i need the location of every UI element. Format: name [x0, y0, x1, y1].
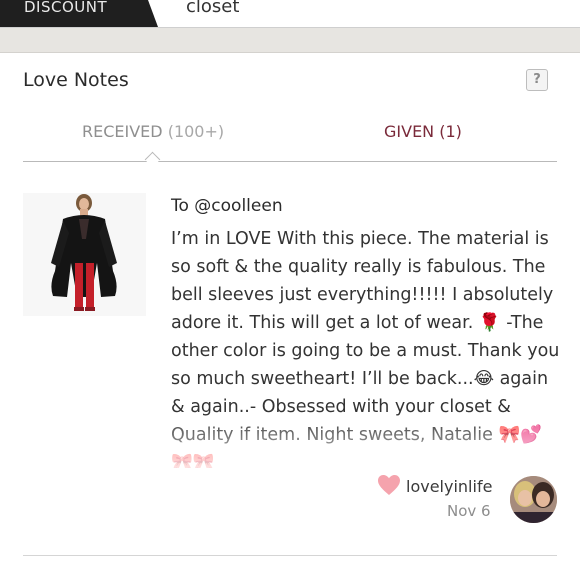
note-divider [23, 555, 557, 556]
page-title: Love Notes [23, 69, 129, 91]
top-bar: DISCOUNT closet [0, 0, 580, 28]
note-fade-overlay [171, 415, 571, 470]
product-image [23, 193, 146, 316]
sender-username[interactable]: lovelyinlife [406, 477, 492, 496]
tab-divider [23, 161, 557, 162]
header-band [0, 28, 580, 53]
closet-tab[interactable]: closet [186, 0, 239, 17]
note-date: Nov 6 [447, 502, 491, 520]
active-tab-caret [144, 151, 161, 168]
question-icon[interactable]: ? [526, 69, 548, 91]
heart-icon[interactable] [377, 474, 401, 500]
note-recipient[interactable]: To @coolleen [171, 196, 283, 216]
discount-tab[interactable]: DISCOUNT [0, 0, 158, 27]
discount-label: DISCOUNT [24, 0, 108, 16]
product-thumbnail[interactable] [23, 193, 146, 316]
tab-received[interactable]: RECEIVED (100+) [82, 122, 224, 141]
sender-avatar[interactable] [510, 476, 557, 523]
tab-given[interactable]: GIVEN (1) [384, 122, 462, 141]
tab-received-label: RECEIVED [82, 122, 163, 141]
tab-received-count: (100+) [167, 122, 225, 141]
